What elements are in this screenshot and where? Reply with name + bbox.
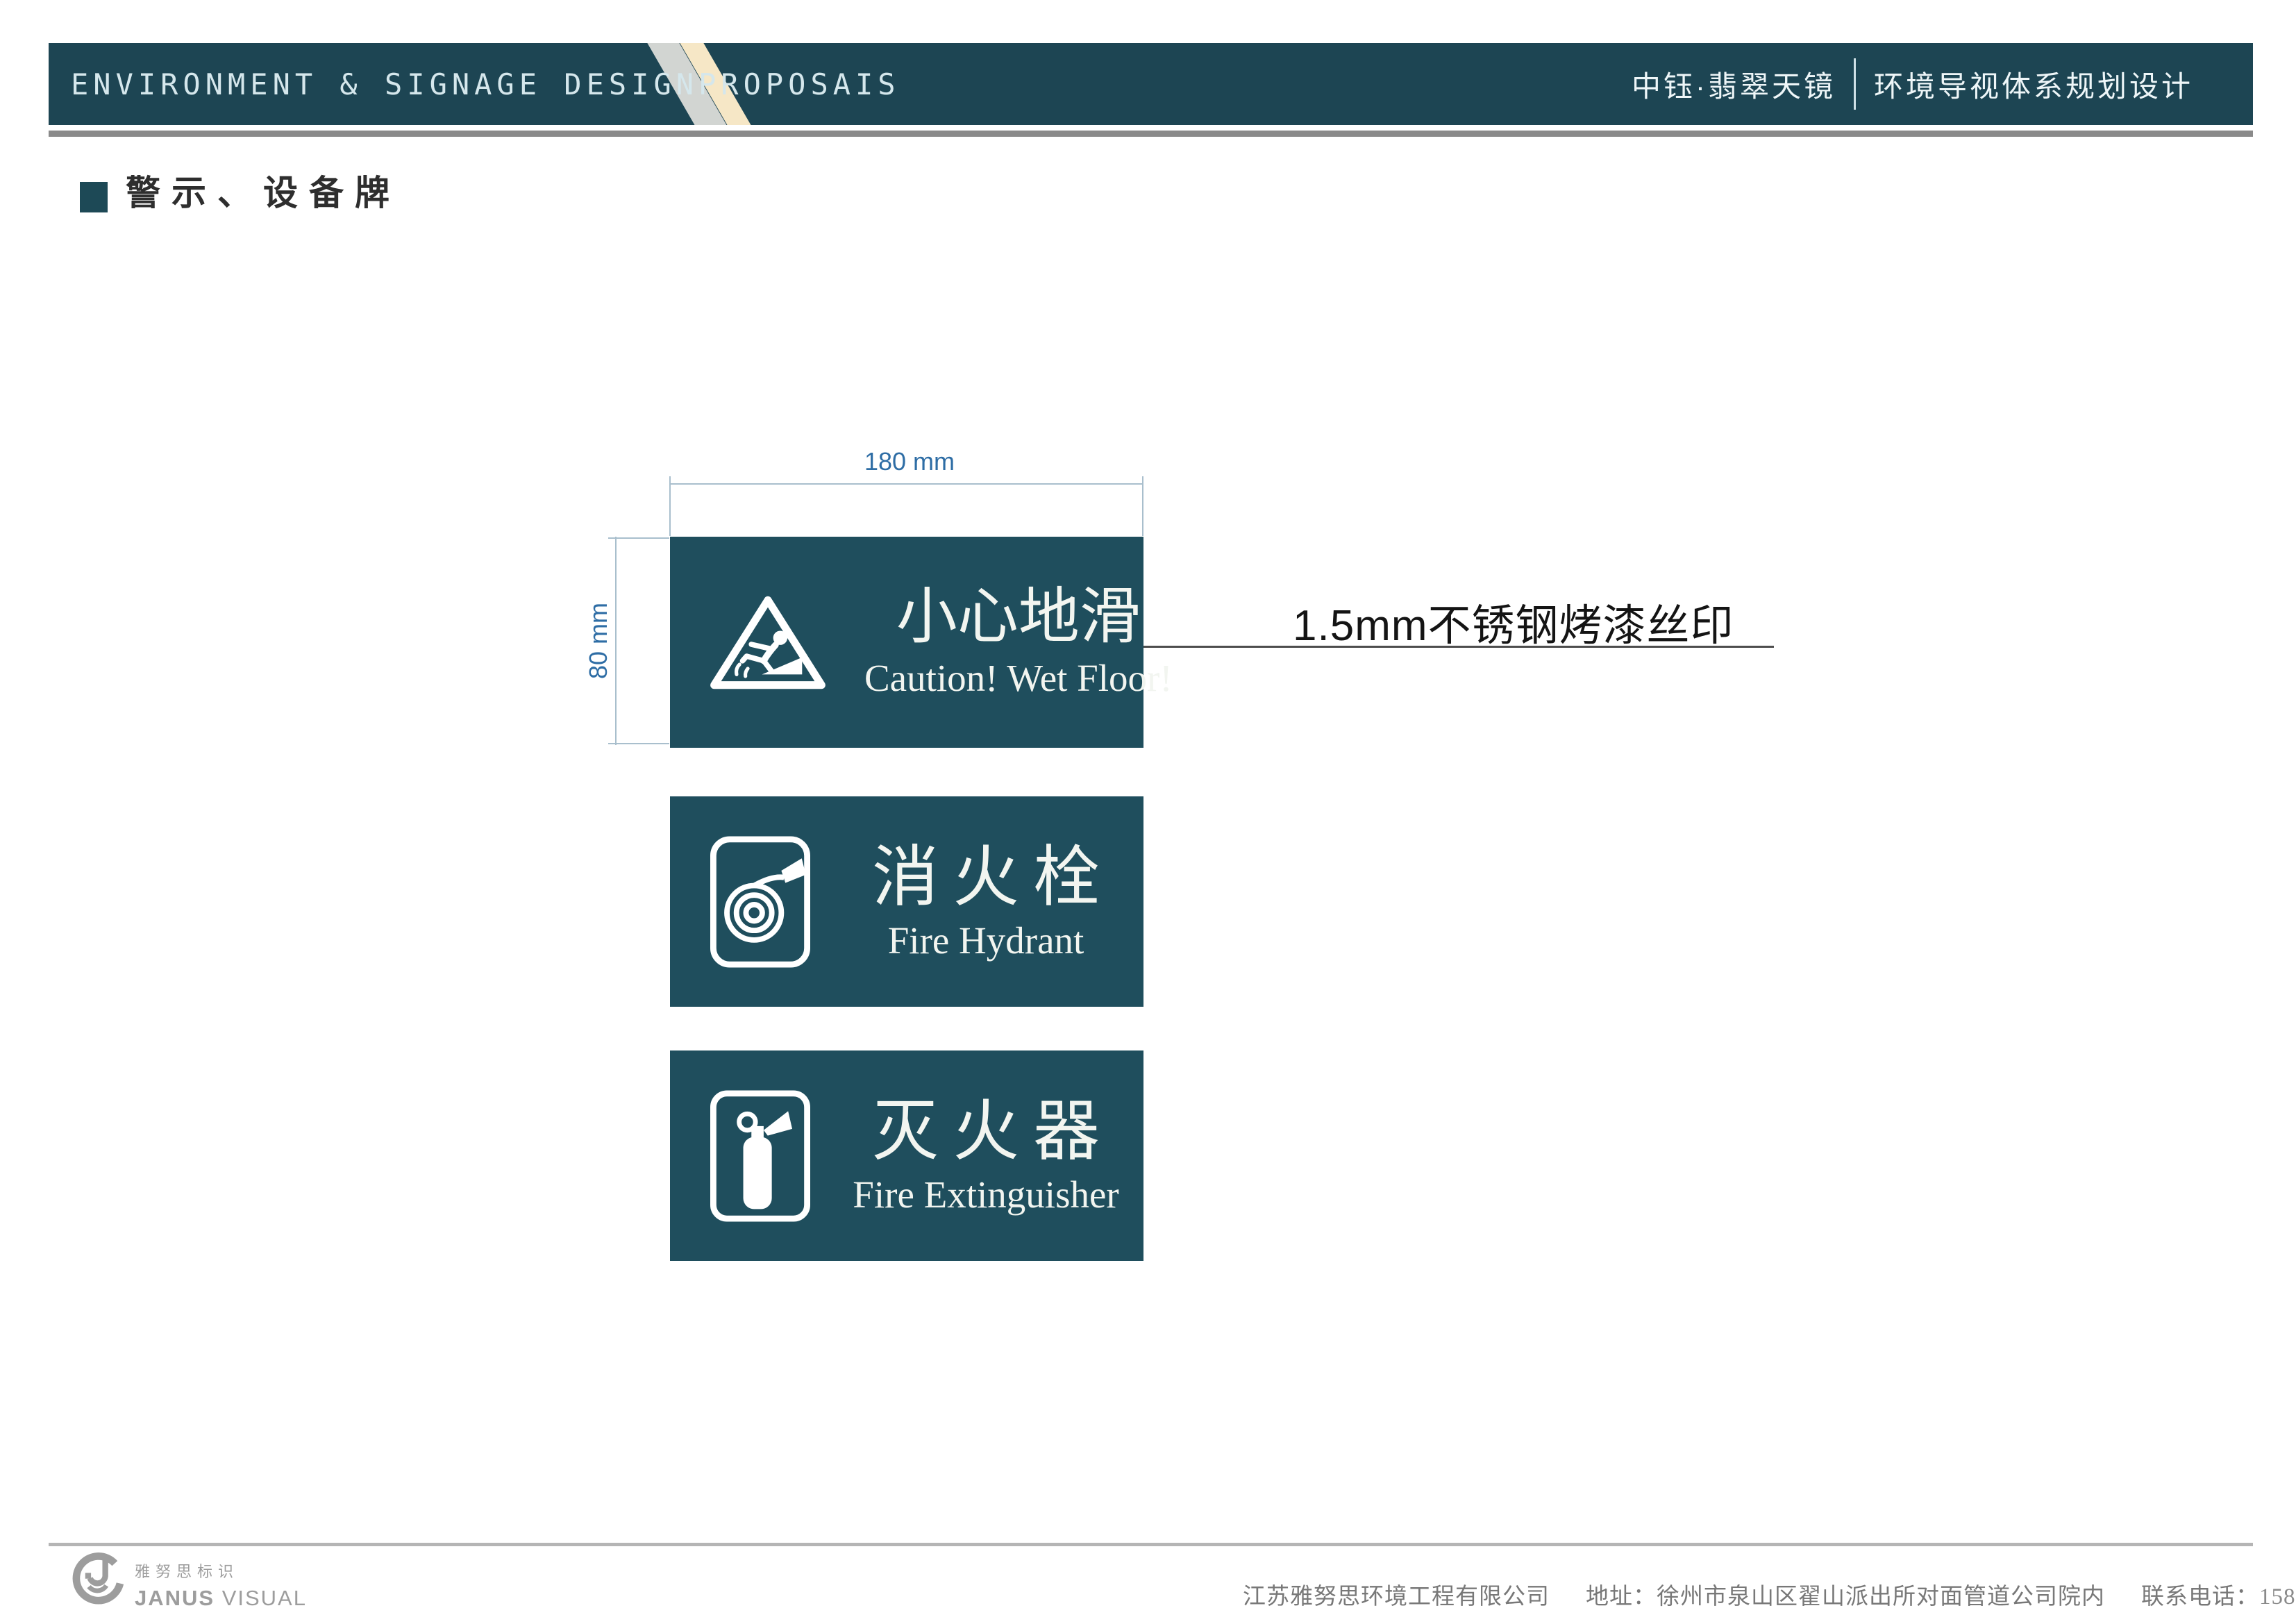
footer-phone-number: 15852019991 (2259, 1584, 2296, 1609)
width-dimension-tick-right (1142, 476, 1143, 536)
sign-panel-fire-hydrant: 消火栓 Fire Hydrant (670, 796, 1143, 1007)
sign-label-en: Fire Hydrant (887, 919, 1084, 962)
header-divider (1853, 58, 1856, 110)
header-right: 中钰·翡翠天镜 环境导视体系规划设计 (1632, 43, 2193, 125)
footer-brand-block: 雅努思标识 JANUS VISUAL (135, 1559, 307, 1611)
footer-rule (49, 1543, 2253, 1546)
brand-name-en-bold: JANUS (135, 1586, 215, 1610)
sign-text-block: 消火栓 Fire Hydrant (849, 841, 1123, 962)
header-rule (49, 131, 2253, 137)
header-title: ENVIRONMENT & SIGNAGE DESIGNPROPOSAIS (71, 67, 900, 101)
section-title-row: 警示、设备牌 (80, 172, 401, 214)
height-dimension-tick-top (608, 537, 669, 539)
footer-company: 江苏雅努思环境工程有限公司 (1243, 1583, 1550, 1609)
sign-panel-fire-extinguisher: 灭火器 Fire Extinguisher (670, 1050, 1143, 1261)
janus-visual-logo-icon (72, 1552, 124, 1605)
sign-text-block: 小心地滑 Caution! Wet Floor! (864, 585, 1173, 699)
width-dimension-label: 180 mm (864, 447, 955, 476)
material-callout-text: 1.5mm不锈钢烤漆丝印 (1293, 602, 1734, 650)
section-title: 警示、设备牌 (126, 174, 401, 212)
sign-label-zh: 灭火器 (872, 1094, 1114, 1169)
height-dimension-label: 80 mm (584, 602, 612, 680)
sign-label-en: Caution! Wet Floor! (864, 657, 1173, 700)
project-name: 中钰·翡翠天镜 (1631, 69, 1836, 103)
section-bullet-square (80, 182, 108, 212)
brand-name-zh: 雅努思标识 (135, 1563, 240, 1580)
footer-address: 地址：徐州市泉山区翟山派出所对面管道公司院内 (1586, 1583, 2105, 1609)
width-dimension-line (670, 483, 1143, 485)
wet-floor-warning-icon (710, 596, 826, 689)
footer-info-row: 江苏雅努思环境工程有限公司 地址：徐州市泉山区翟山派出所对面管道公司院内 联系电… (1243, 1577, 2296, 1611)
page: ENVIRONMENT & SIGNAGE DESIGNPROPOSAIS 中钰… (0, 0, 2296, 1624)
footer-phone-row: 联系电话：15852019991 (2141, 1577, 2296, 1611)
sign-panel-wet-floor: 小心地滑 Caution! Wet Floor! (670, 537, 1173, 748)
footer-phone-label: 联系电话： (2141, 1583, 2259, 1609)
sign-text-block: 灭火器 Fire Extinguisher (849, 1095, 1123, 1216)
width-dimension-tick-left (669, 476, 671, 536)
fire-hydrant-icon (710, 835, 810, 968)
brand-name-en-light: VISUAL (215, 1586, 307, 1610)
sign-label-en: Fire Extinguisher (853, 1173, 1119, 1216)
header-subtitle: 环境导视体系规划设计 (1873, 69, 2193, 103)
sign-label-zh: 小心地滑 (896, 584, 1141, 652)
sign-label-zh: 消火栓 (872, 840, 1114, 915)
fire-extinguisher-icon (710, 1089, 810, 1222)
header-bar: ENVIRONMENT & SIGNAGE DESIGNPROPOSAIS 中钰… (49, 43, 2253, 125)
brand-name-en: JANUS VISUAL (135, 1586, 307, 1611)
height-dimension-line (615, 537, 617, 745)
height-dimension-tick-bottom (608, 743, 669, 744)
